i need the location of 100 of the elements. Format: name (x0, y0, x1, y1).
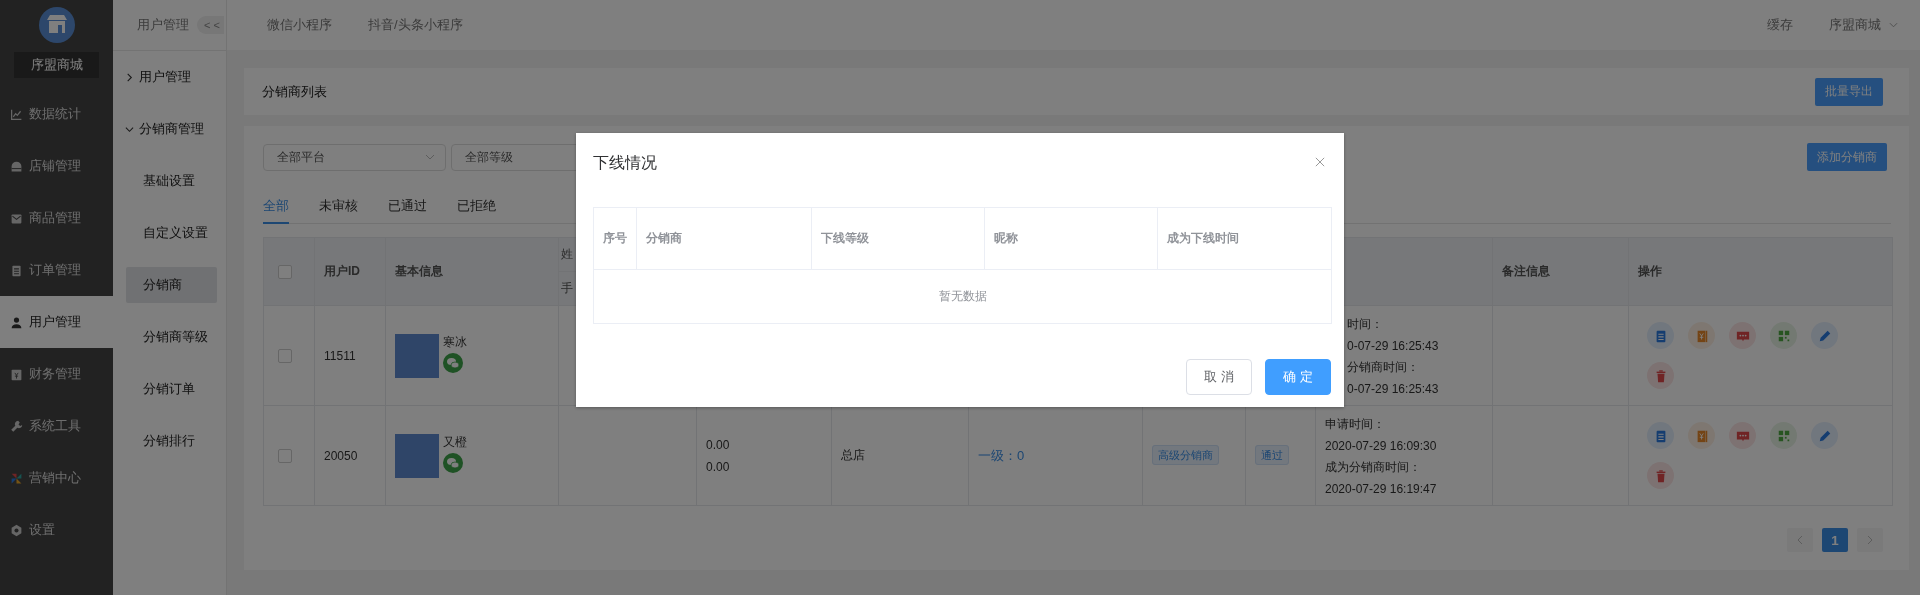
column-header: 基本信息 (385, 237, 559, 306)
document-button[interactable] (1647, 322, 1674, 349)
column-header: 分销商 (636, 207, 812, 270)
sidebar-item[interactable]: 店铺管理 (0, 140, 113, 192)
photo-placeholder (395, 333, 439, 378)
trash-button[interactable] (1647, 362, 1674, 389)
sidebar-item[interactable]: 系统工具 (0, 400, 113, 452)
user-icon (10, 315, 23, 329)
grid-button[interactable] (1770, 422, 1797, 449)
table-cell: 11511 (314, 305, 386, 406)
gear-icon (10, 523, 23, 537)
cancel-button[interactable]: 取 消 (1186, 359, 1252, 395)
chevron-right-icon (1867, 535, 1873, 545)
page-title: 分销商列表 (262, 82, 328, 101)
wrench-icon (10, 419, 23, 433)
page-button[interactable]: 1 (1822, 528, 1848, 552)
chevron-down-icon (425, 154, 435, 160)
select-all-checkbox[interactable] (278, 264, 292, 279)
sidebar-item[interactable]: 用户管理 (0, 296, 113, 348)
time-text: 0-07-29 16:25:43 (1347, 381, 1440, 396)
submenu-item[interactable]: 基础设置 (126, 163, 217, 199)
submenu-item[interactable]: 分销排行 (126, 423, 217, 459)
table-cell: 20050 (314, 405, 386, 506)
chevron-left-icon (1797, 535, 1803, 545)
column-header: 用户ID (314, 237, 386, 306)
close-icon[interactable] (1315, 157, 1325, 167)
time-text: 时间： (1347, 315, 1384, 333)
submenu-group[interactable]: 分销商管理 (113, 103, 226, 155)
status-tab[interactable]: 未审核 (319, 197, 358, 224)
store-text: 总店 (841, 448, 865, 462)
photo-placeholder (395, 433, 439, 478)
time-text: 0-07-29 16:25:43 (1347, 338, 1440, 353)
submenu-item[interactable]: 自定义设置 (126, 215, 217, 251)
sidebar-item[interactable]: 商品管理 (0, 192, 113, 244)
grid-button[interactable] (1770, 322, 1797, 349)
ledger-button[interactable] (1688, 322, 1715, 349)
level-tag: 高级分销商 (1152, 445, 1219, 465)
cache-link[interactable]: 缓存 (1767, 16, 1793, 34)
add-distributor-button[interactable]: 添加分销商 (1807, 143, 1887, 171)
grid-icon (1776, 328, 1791, 343)
top-tab[interactable]: 抖音/头条小程序 (368, 16, 463, 34)
amount-text: 0.00 (706, 459, 731, 474)
nickname: 又橙 (443, 433, 467, 451)
chat-bubbles-icon (443, 352, 463, 373)
store-icon (10, 159, 23, 173)
clipboard-icon (10, 263, 23, 277)
status-tab[interactable]: 已通过 (388, 197, 427, 224)
chat-bubble-button[interactable] (1729, 322, 1756, 349)
status-tab[interactable]: 已拒绝 (457, 197, 496, 224)
row-checkbox[interactable] (278, 348, 292, 363)
sidebar-item[interactable]: 营销中心 (0, 452, 113, 504)
user-menu[interactable]: 序盟商城 (1829, 16, 1898, 34)
confirm-button[interactable]: 确 定 (1265, 359, 1331, 395)
sidebar-item[interactable]: 财务管理 (0, 348, 113, 400)
grid-icon (1776, 428, 1791, 443)
column-header: 备注信息 (1492, 237, 1629, 306)
nickname: 寒冰 (443, 333, 467, 351)
column-header: 序号 (593, 207, 637, 270)
submenu-group[interactable]: 用户管理 (113, 51, 226, 103)
column-header: 操作 (1628, 237, 1893, 306)
collapse-button[interactable]: < < (197, 16, 224, 34)
sidebar-item[interactable]: 数据统计 (0, 88, 113, 140)
document-button[interactable] (1647, 422, 1674, 449)
column-header: 成为下线时间 (1157, 207, 1332, 270)
pencil-icon (1817, 428, 1832, 443)
amount-text: 0.00 (706, 437, 731, 452)
empty-text: 暂无数据 (938, 289, 987, 303)
time-text: 成为分销商时间： (1325, 458, 1422, 476)
pencil-button[interactable] (1811, 422, 1838, 449)
pencil-button[interactable] (1811, 322, 1838, 349)
select-field[interactable]: 全部平台 (263, 143, 446, 171)
time-text: 2020-07-29 16:09:30 (1325, 438, 1438, 453)
time-text: 申请时间： (1325, 415, 1386, 433)
pinwheel-icon (10, 471, 23, 485)
time-text: 2020-07-29 16:19:47 (1325, 481, 1438, 496)
chat-bubble-button[interactable] (1729, 422, 1756, 449)
status-tag: 通过 (1255, 445, 1289, 465)
sidebar-item[interactable]: 订单管理 (0, 244, 113, 296)
submenu-item[interactable]: 分销订单 (126, 371, 217, 407)
row-checkbox[interactable] (278, 448, 292, 463)
export-button[interactable]: 批量导出 (1815, 77, 1883, 106)
column-header: 昵称 (984, 207, 1158, 270)
submenu-item[interactable]: 分销商等级 (126, 319, 217, 355)
submenu-item[interactable]: 分销商 (126, 267, 217, 303)
ledger-button[interactable] (1688, 422, 1715, 449)
yen-box-icon (10, 367, 23, 381)
top-tab[interactable]: 微信小程序 (267, 16, 332, 34)
chat-bubbles-icon (443, 452, 463, 473)
line-chart-icon (10, 107, 23, 121)
pencil-icon (1817, 328, 1832, 343)
envelope-icon (10, 211, 23, 225)
status-tab[interactable]: 全部 (263, 197, 289, 224)
chevron-right-icon (125, 72, 134, 82)
store-name: 序盟商城 (14, 52, 99, 78)
store-logo-icon (38, 7, 75, 43)
trash-button[interactable] (1647, 462, 1674, 489)
downline-link[interactable]: 一级：0 (978, 447, 1025, 463)
chevron-down-icon (1889, 22, 1898, 28)
chevron-down-icon (125, 124, 134, 134)
sidebar-item[interactable]: 设置 (0, 504, 113, 556)
